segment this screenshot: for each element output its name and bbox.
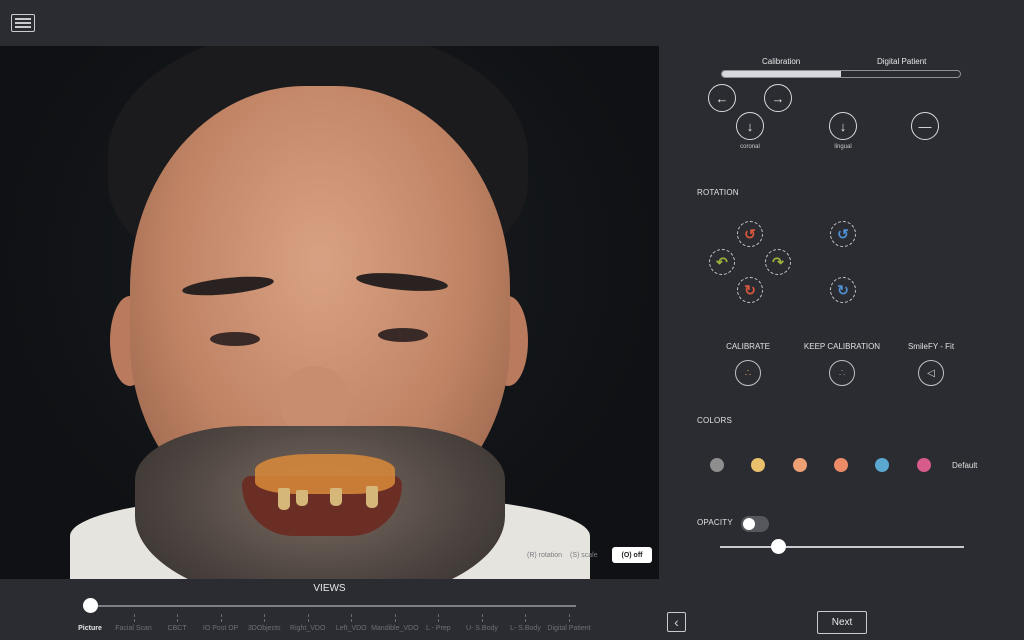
view-option[interactable]: L - Prep xyxy=(426,625,451,632)
views-tick xyxy=(177,614,179,622)
tab-digital-patient[interactable]: Digital Patient xyxy=(877,57,926,66)
view-option[interactable]: Digital Patient xyxy=(547,625,590,632)
rotate-cw-icon: ↻ xyxy=(744,281,756,298)
back-button[interactable]: ‹ xyxy=(667,612,686,632)
arrow-down-icon: ↓ xyxy=(839,118,847,134)
default-color-label[interactable]: Default xyxy=(952,461,977,470)
hamburger-menu-icon[interactable] xyxy=(11,14,35,32)
lingual-label: lingual xyxy=(834,144,852,150)
view-option[interactable]: Picture xyxy=(78,625,102,632)
views-tick xyxy=(307,614,310,622)
smilefy-fit-button[interactable]: ◁ xyxy=(918,360,944,386)
calibrate-button[interactable]: ∴ xyxy=(735,360,761,386)
rotate-left-icon: ↶ xyxy=(716,253,728,270)
views-slider-thumb[interactable] xyxy=(83,598,98,613)
move-left-button[interactable]: ← xyxy=(708,84,736,112)
tab-progress-bar xyxy=(721,70,961,78)
keep-calibration-label: KEEP CALIBRATION xyxy=(803,342,881,351)
color-swatch[interactable] xyxy=(875,458,890,472)
rotate-up-button[interactable]: ↺ xyxy=(737,221,763,247)
scale-mode-label[interactable]: (S) scale xyxy=(570,552,598,559)
move-coronal-button[interactable]: ↓ xyxy=(736,112,764,140)
calibrate-label: CALIBRATE xyxy=(726,342,770,351)
views-title: VIEWS xyxy=(313,583,346,594)
keep-calibration-button[interactable]: ∴ xyxy=(829,360,855,386)
view-option[interactable]: CBCT xyxy=(168,625,187,632)
view-option[interactable]: 3DObjects xyxy=(248,625,281,632)
right-panel: Calibration Digital Patient ← → ↓ corona… xyxy=(659,46,1024,640)
views-tick xyxy=(220,614,223,622)
opacity-title: OPACITY xyxy=(697,518,733,527)
views-bar: VIEWS Picture Facial Scan CBCT IO Post OP 3D… xyxy=(0,579,659,640)
view-option[interactable]: Left_VDO xyxy=(336,625,367,632)
arrow-right-icon: → xyxy=(771,90,785,106)
app-root: (R) rotation (S) scale (O) off VIEWS Pic… xyxy=(0,0,1024,640)
top-bar xyxy=(0,0,1024,46)
rotate-roll-cw-button[interactable]: ↻ xyxy=(830,277,856,303)
color-swatch[interactable] xyxy=(710,458,724,472)
views-tick xyxy=(438,614,440,622)
opacity-slider-thumb[interactable] xyxy=(771,539,787,554)
photo-tooth xyxy=(330,488,342,506)
smilefy-fit-label: SmileFY - Fit xyxy=(907,342,955,351)
views-tick xyxy=(394,614,397,622)
rotate-cw-icon: ↻ xyxy=(837,281,849,298)
move-lingual-button[interactable]: ↓ xyxy=(829,112,857,140)
views-slider-track[interactable] xyxy=(90,605,576,607)
photo-tooth xyxy=(278,488,290,510)
smilefy-fit-icon: ◁ xyxy=(927,367,935,379)
view-option[interactable]: Facial Scan xyxy=(115,625,152,632)
rotate-down-button[interactable]: ↻ xyxy=(737,277,763,303)
move-right-button[interactable]: → xyxy=(764,84,792,112)
photo-tooth xyxy=(296,490,308,506)
photo-eye-right xyxy=(378,328,428,342)
views-tick xyxy=(351,614,353,622)
views-tick xyxy=(525,614,527,622)
color-swatch[interactable] xyxy=(916,458,931,472)
views-tick xyxy=(569,614,571,622)
color-swatch[interactable] xyxy=(751,458,766,472)
photo-eye-left xyxy=(210,332,260,346)
views-tick xyxy=(481,614,484,622)
opacity-toggle[interactable] xyxy=(741,516,769,532)
calibrate-dots-icon: ∴ xyxy=(744,367,752,379)
views-tick xyxy=(264,614,266,622)
minus-icon: — xyxy=(918,118,932,134)
rotate-left-button[interactable]: ↶ xyxy=(709,249,735,275)
opacity-toggle-knob xyxy=(743,518,755,530)
rotate-right-button[interactable]: ↷ xyxy=(765,249,791,275)
colors-title: COLORS xyxy=(697,416,732,425)
keep-calibration-dots-icon: ∴ xyxy=(838,367,846,379)
photo-tooth xyxy=(366,486,378,508)
view-option[interactable]: U- S.Body xyxy=(466,625,498,632)
rotate-ccw-icon: ↺ xyxy=(744,225,756,242)
arrow-down-icon: ↓ xyxy=(746,118,754,134)
opacity-slider-track[interactable] xyxy=(720,546,964,548)
rotation-title: ROTATION xyxy=(697,188,739,197)
tab-progress-fill xyxy=(722,71,841,77)
color-swatch[interactable] xyxy=(792,458,807,472)
color-swatch[interactable] xyxy=(833,458,848,472)
photo-controls: (R) rotation (S) scale xyxy=(527,548,598,563)
chevron-left-icon: ‹ xyxy=(674,614,679,630)
view-option[interactable]: IO Post OP xyxy=(203,625,238,632)
rotate-right-icon: ↷ xyxy=(772,253,784,270)
arrow-left-icon: ← xyxy=(715,90,729,106)
tab-calibration[interactable]: Calibration xyxy=(762,57,800,66)
view-option[interactable]: Right_VDO xyxy=(290,625,325,632)
rotate-ccw-icon: ↺ xyxy=(837,225,849,242)
view-option[interactable]: L- S.Body xyxy=(510,625,541,632)
next-button[interactable]: Next xyxy=(817,611,867,634)
views-tick xyxy=(133,614,136,622)
patient-photo[interactable] xyxy=(0,46,659,579)
rotate-roll-ccw-button[interactable]: ↺ xyxy=(830,221,856,247)
coronal-label: coronal xyxy=(740,144,760,150)
off-mode-button[interactable]: (O) off xyxy=(612,547,652,563)
rotation-mode-label[interactable]: (R) rotation xyxy=(527,552,562,559)
view-option[interactable]: Mandible_VDO xyxy=(371,625,418,632)
reset-button[interactable]: — xyxy=(911,112,939,140)
